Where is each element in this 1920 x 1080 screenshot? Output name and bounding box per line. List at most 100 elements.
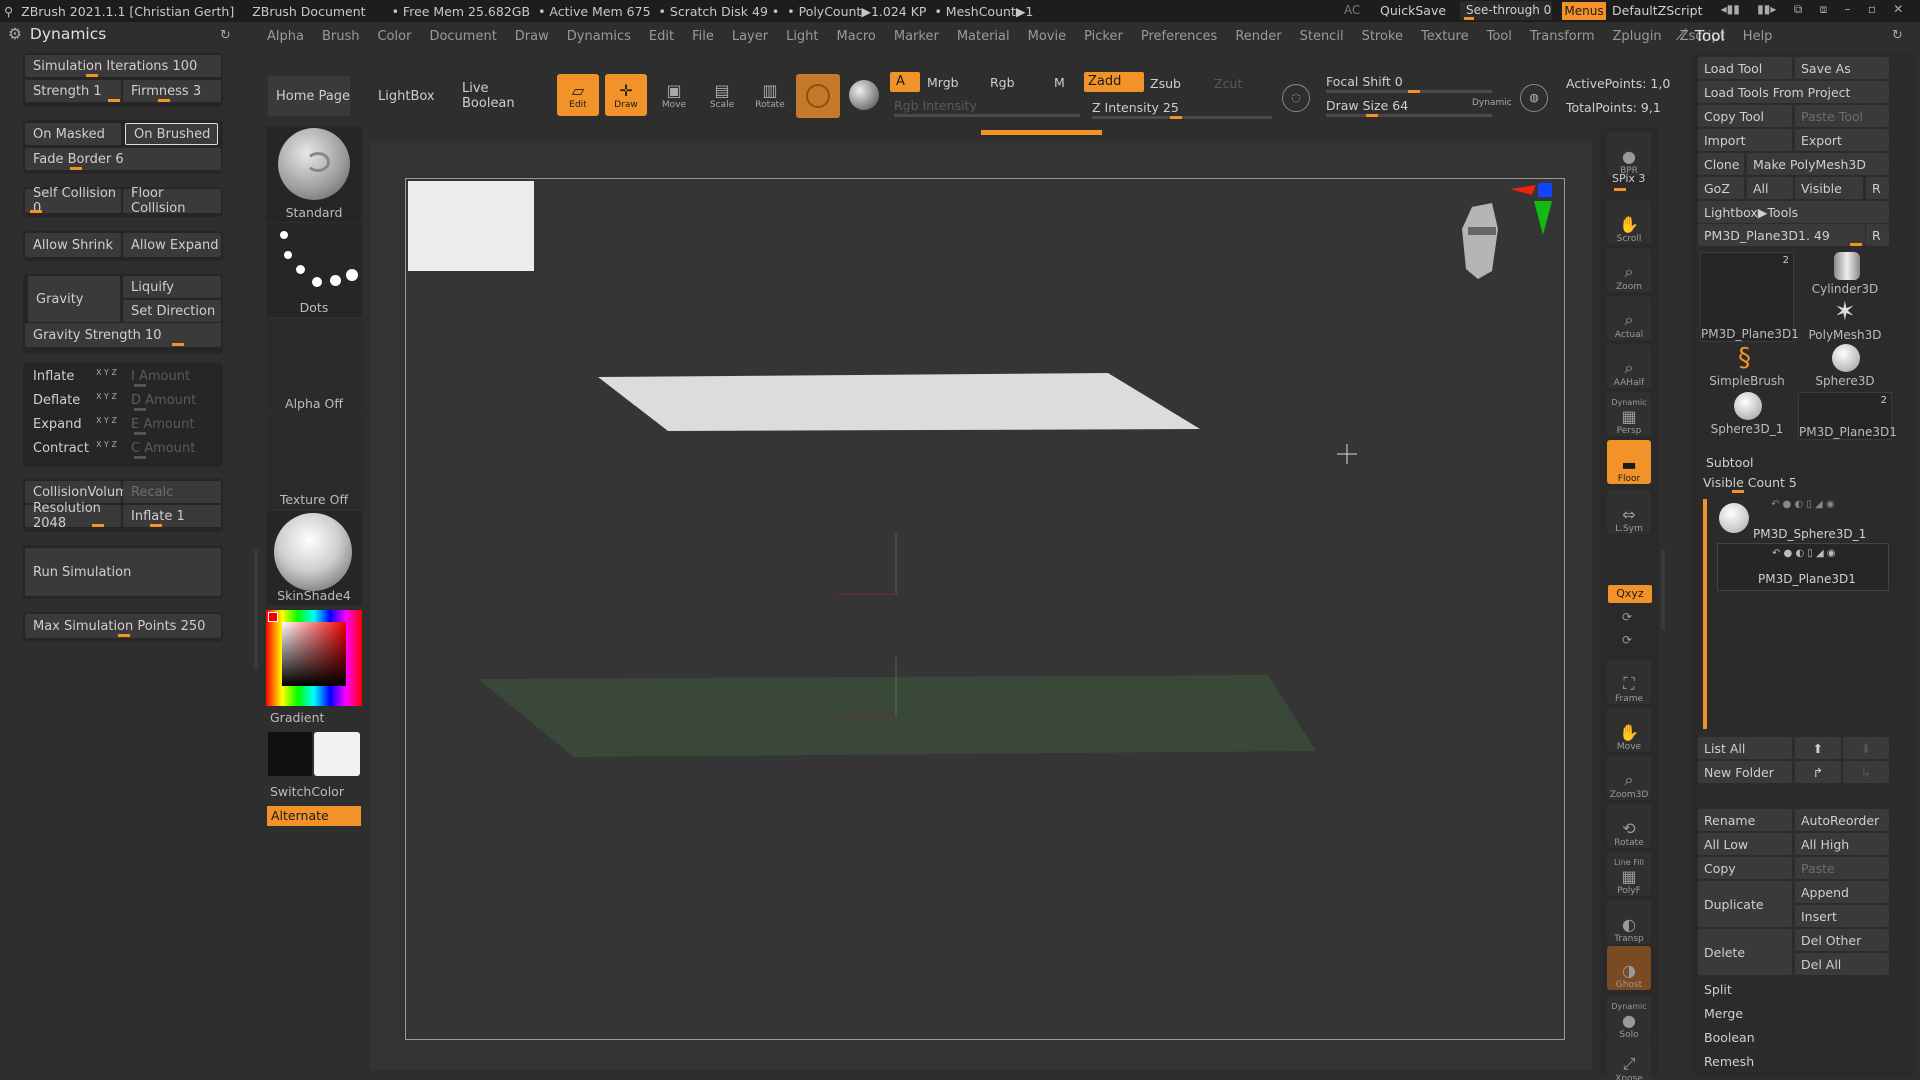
menu-texture[interactable]: Texture <box>1421 29 1469 44</box>
menu-material[interactable]: Material <box>957 29 1010 44</box>
lightbox-tools-button[interactable]: Lightbox▶Tools <box>1698 201 1889 223</box>
edit-button[interactable]: ▱ Edit <box>557 74 599 116</box>
transp-button[interactable]: ◐ Transp <box>1607 900 1651 944</box>
dots-stroke-tile[interactable]: Dots <box>266 223 362 317</box>
tool-thumb-3[interactable]: § SimpleBrush <box>1700 344 1794 388</box>
list-all-button[interactable]: List All <box>1698 737 1792 759</box>
all-high-button[interactable]: All High <box>1795 833 1889 855</box>
menu-zplugin[interactable]: Zplugin <box>1613 29 1662 44</box>
screens-icon[interactable]: ⧉ <box>1794 2 1803 20</box>
layout-icon[interactable]: ▮▮▸ <box>1757 2 1776 20</box>
spix-slider[interactable]: SPix 3 <box>1612 172 1645 185</box>
menu-brush[interactable]: Brush <box>322 29 360 44</box>
delete-button[interactable]: Delete <box>1698 929 1792 975</box>
copy-button[interactable]: Copy <box>1698 857 1792 879</box>
del-all-button[interactable]: Del All <box>1795 953 1889 975</box>
subtool-row-sphere[interactable]: ↶ ● ◐ ▯ ◢ ◉ PM3D_Sphere3D_1 <box>1717 495 1889 543</box>
split-menu[interactable]: Split <box>1698 978 1889 1000</box>
folder-action-button[interactable]: ↱ <box>1795 761 1841 783</box>
fade-border-slider[interactable]: Fade Border 6 <box>25 148 221 170</box>
menu-help[interactable]: Help <box>1743 29 1773 44</box>
material-swatch-button[interactable] <box>796 74 840 118</box>
tool-thumb-6[interactable]: 2 PM3D_Plane3D1 <box>1798 392 1897 440</box>
persp-button[interactable]: Dynamic ▦ Persp <box>1607 392 1651 436</box>
inflate-button[interactable]: Inflate <box>25 365 95 387</box>
sim-iterations-slider[interactable]: Simulation Iterations 100 <box>25 55 221 77</box>
quicksave-button[interactable]: QuickSave <box>1380 3 1446 18</box>
ac-label[interactable]: AC <box>1344 3 1360 17</box>
move-view-button[interactable]: ✋ Move <box>1607 708 1651 752</box>
gravity-button[interactable]: Gravity <box>28 276 120 322</box>
deflate-xyz-toggle[interactable]: X Y Z <box>96 392 117 401</box>
on-masked-button[interactable]: On Masked <box>25 123 121 145</box>
ghost-button[interactable]: ◑ Ghost <box>1607 946 1651 990</box>
menu-document[interactable]: Document <box>429 29 496 44</box>
windows-icon[interactable]: ⧈ <box>1820 2 1828 20</box>
recalc-button[interactable]: Recalc <box>123 481 221 503</box>
lightbox-button[interactable]: LightBox <box>370 76 436 116</box>
all-low-button[interactable]: All Low <box>1698 833 1792 855</box>
z-intensity-slider[interactable]: Z Intensity 25 <box>1092 100 1179 115</box>
maximize-icon[interactable]: ▫ <box>1868 2 1876 20</box>
brush-size-icon[interactable]: ◍ <box>1520 84 1548 112</box>
menu-layer[interactable]: Layer <box>732 29 768 44</box>
default-zscript[interactable]: DefaultZScript <box>1612 3 1703 18</box>
current-tool-r-button[interactable]: R <box>1866 224 1889 246</box>
floor-button[interactable]: ▬ Floor <box>1607 440 1651 484</box>
contract-xyz-toggle[interactable]: X Y Z <box>96 440 117 449</box>
gear-icon[interactable]: ⚙ <box>8 25 22 43</box>
goz-visible-button[interactable]: Visible <box>1795 177 1863 199</box>
dynamic-size-toggle[interactable]: Dynamic <box>1472 98 1512 108</box>
import-button[interactable]: Import <box>1698 129 1792 151</box>
solo-button[interactable]: Dynamic ● Solo <box>1607 996 1651 1040</box>
gradient-label[interactable]: Gradient <box>270 710 324 725</box>
menu-picker[interactable]: Picker <box>1084 29 1123 44</box>
right-scrollbar[interactable] <box>1661 550 1665 630</box>
menu-tool[interactable]: Tool <box>1487 29 1512 44</box>
liquify-button[interactable]: Liquify <box>123 276 221 298</box>
collision-volume-button[interactable]: CollisionVolume <box>25 481 136 503</box>
menu-stencil[interactable]: Stencil <box>1300 29 1344 44</box>
tool-thumb-1[interactable]: Cylinder3D <box>1798 252 1892 296</box>
rename-button[interactable]: Rename <box>1698 809 1792 831</box>
menu-stroke[interactable]: Stroke <box>1362 29 1403 44</box>
allow-expand-button[interactable]: Allow Expand <box>123 233 221 257</box>
alternate-button[interactable]: Alternate <box>267 806 361 826</box>
folder-action-2-button[interactable]: ↳ <box>1843 761 1889 783</box>
subtool-row-controls[interactable]: ↶ ● ◐ ▯ ◢ ◉ <box>1771 499 1835 510</box>
boolean-menu[interactable]: Boolean <box>1698 1026 1889 1048</box>
run-simulation-button[interactable]: Run Simulation <box>25 548 221 596</box>
cv-inflate-slider[interactable]: Inflate 1 <box>123 505 221 527</box>
autoreorder-button[interactable]: AutoReorder <box>1795 809 1889 831</box>
menu-movie[interactable]: Movie <box>1028 29 1066 44</box>
document-frame[interactable] <box>405 178 1565 1040</box>
tool-refresh-icon[interactable]: ↻ <box>1892 28 1903 43</box>
save-as-button[interactable]: Save As <box>1795 57 1889 79</box>
material-tile[interactable]: SkinShade4 <box>266 511 362 605</box>
menu-render[interactable]: Render <box>1235 29 1281 44</box>
m-button[interactable]: M <box>1054 75 1065 90</box>
secondary-color-swatch[interactable] <box>268 732 312 776</box>
menu-transform[interactable]: Transform <box>1530 29 1595 44</box>
copy-tool-button[interactable]: Copy Tool <box>1698 105 1792 127</box>
expand-xyz-toggle[interactable]: X Y Z <box>96 416 117 425</box>
rotate-view-button[interactable]: ⟲ Rotate <box>1607 804 1651 848</box>
scale-button[interactable]: ▤ Scale <box>701 74 743 116</box>
menu-marker[interactable]: Marker <box>894 29 939 44</box>
subtool-scrollbar[interactable] <box>1703 499 1707 729</box>
menu-edit[interactable]: Edit <box>649 29 674 44</box>
insert-button[interactable]: Insert <box>1795 905 1889 927</box>
on-brushed-button[interactable]: On Brushed <box>125 123 218 145</box>
goz-all-button[interactable]: All <box>1747 177 1793 199</box>
append-button[interactable]: Append <box>1795 881 1889 903</box>
rgb-intensity-slider[interactable]: Rgb Intensity <box>894 98 977 113</box>
alpha-tile[interactable]: Alpha Off <box>266 319 362 413</box>
zoom3d-button[interactable]: ⌕ Zoom3D <box>1607 756 1651 800</box>
texture-sphere-icon[interactable] <box>849 80 879 110</box>
set-direction-button[interactable]: Set Direction <box>123 300 221 322</box>
draw-button[interactable]: ✛ Draw <box>605 74 647 116</box>
menu-alpha[interactable]: Alpha <box>267 29 304 44</box>
actual-button[interactable]: ⌕ Actual <box>1607 296 1651 340</box>
zsub-button[interactable]: Zsub <box>1150 76 1181 91</box>
duplicate-button[interactable]: Duplicate <box>1698 881 1792 927</box>
